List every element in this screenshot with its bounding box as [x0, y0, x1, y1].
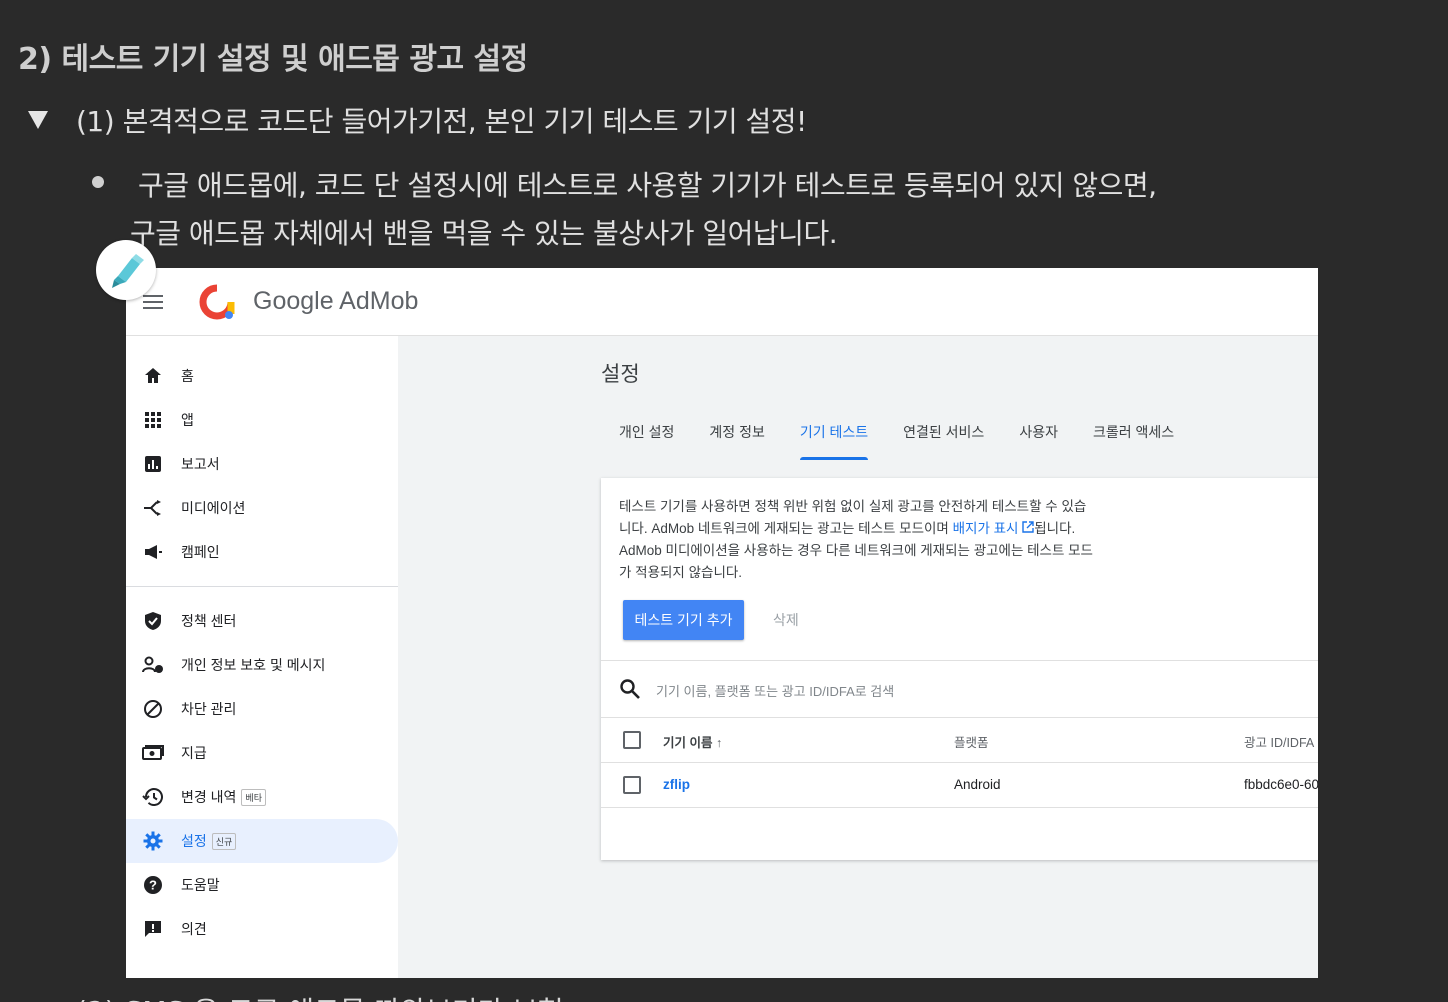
feedback-icon: [142, 918, 164, 940]
search-icon[interactable]: [619, 678, 641, 705]
nav-item-privacy[interactable]: 개인 정보 보호 및 메시지: [126, 643, 398, 687]
beta-badge: 베타: [241, 788, 266, 806]
nav-label: 미디에이션: [181, 500, 246, 516]
toggle-block[interactable]: (1) 본격적으로 코드단 들어가기전, 본인 기기 테스트 기기 설정!: [28, 100, 807, 140]
desc-line: 니다. AdMob 네트워크에 게재되는 광고는 테스트 모드이며 배지가 표시…: [619, 518, 1139, 540]
admob-topbar: Google AdMob: [126, 268, 1318, 336]
nav-label: 지급: [181, 745, 207, 761]
column-header-ad-id[interactable]: 광고 ID/IDFA: [1244, 732, 1314, 751]
shield-icon: [142, 610, 164, 632]
nav-item-policy-center[interactable]: 정책 센터: [126, 599, 398, 643]
toggle-title: (1) 본격적으로 코드단 들어가기전, 본인 기기 테스트 기기 설정!: [76, 105, 807, 138]
column-header-label: 기기 이름: [663, 736, 713, 750]
next-toggle-cut: (2) SMS 은 코로 애드몹 따와보기가 보험: [76, 990, 564, 1002]
add-test-device-button[interactable]: 테스트 기기 추가: [623, 600, 744, 640]
campaign-icon: [142, 541, 164, 563]
nav-item-reports[interactable]: 보고서: [126, 442, 398, 486]
link-text: 배지가 표시: [952, 521, 1019, 536]
test-devices-description: 테스트 기기를 사용하면 정책 위반 위험 없이 실제 광고를 안전하게 테스트…: [619, 496, 1139, 584]
open-in-new-icon: [1022, 521, 1034, 533]
desc-text: 니다. AdMob 네트워크에 게재되는 광고는 테스트 모드이며: [619, 521, 953, 536]
divider: [601, 807, 1318, 808]
highlighter-icon[interactable]: [96, 240, 156, 300]
reports-icon: [142, 453, 164, 475]
device-ad-id: fbbdc6e0-60: [1244, 777, 1318, 792]
nav-label: 앱: [181, 412, 194, 428]
nav-item-help[interactable]: ? 도움말: [126, 863, 398, 907]
nav-label: 설정: [181, 833, 207, 849]
toggle-triangle-icon[interactable]: [28, 111, 48, 129]
privacy-icon: [142, 654, 164, 676]
divider: [601, 660, 1318, 661]
desc-line: AdMob 미디에이션을 사용하는 경우 다른 네트워크에 게재되는 광고에는 …: [619, 543, 1093, 558]
nav-label: 도움말: [181, 877, 220, 893]
settings-content: 설정 개인 설정 계정 정보 기기 테스트 연결된 서비스 사용자 크롤러 액세…: [398, 336, 1318, 978]
bullet-text: 구글 애드몹에, 코드 단 설정시에 테스트로 사용할 기기가 테스트로 등록되…: [130, 162, 1330, 258]
nav-label: 정책 센터: [181, 613, 237, 629]
nav-label: 홈: [181, 368, 194, 384]
nav-item-campaigns[interactable]: 캠페인: [126, 530, 398, 574]
block-icon: [142, 698, 164, 720]
nav-label: 캠페인: [181, 544, 220, 560]
nav-item-feedback[interactable]: 의견: [126, 907, 398, 951]
delete-button[interactable]: 삭제: [773, 610, 799, 630]
tab-users[interactable]: 사용자: [1019, 422, 1058, 460]
bullet-dot-icon: [92, 176, 104, 188]
bullet-line-1: 구글 애드몹에, 코드 단 설정시에 테스트로 사용할 기기가 테스트로 등록되…: [138, 169, 1157, 202]
new-badge: 신규: [211, 832, 237, 850]
page-title: 설정: [601, 363, 640, 386]
hamburger-menu-icon[interactable]: [143, 294, 163, 309]
tab-crawler-access[interactable]: 크롤러 액세스: [1093, 422, 1174, 460]
sort-arrow-up-icon: ↑: [715, 736, 723, 750]
gear-icon: [142, 830, 164, 852]
nav-item-blocking[interactable]: 차단 관리: [126, 687, 398, 731]
badge-display-link[interactable]: 배지가 표시: [953, 521, 1035, 536]
nav-item-settings[interactable]: 설정 신규: [126, 819, 398, 863]
tab-account-info[interactable]: 계정 정보: [709, 422, 764, 460]
admob-sidebar: 홈 앱 보고서 미디에이션 캠페인 정책 센터 개인 정보 보호 및 메시지 차…: [126, 336, 398, 978]
device-platform: Android: [954, 777, 1001, 792]
column-header-device-name[interactable]: 기기 이름 ↑: [663, 732, 722, 751]
row-checkbox[interactable]: [623, 776, 641, 794]
admob-logo-icon: [197, 282, 237, 322]
nav-label: 개인 정보 보호 및 메시지: [181, 657, 326, 673]
payments-icon: [142, 742, 164, 764]
tab-personal-settings[interactable]: 개인 설정: [619, 422, 674, 460]
mediation-icon: [142, 497, 164, 519]
device-name-link[interactable]: zflip: [663, 777, 690, 792]
desc-line: 테스트 기기를 사용하면 정책 위반 위험 없이 실제 광고를 안전하게 테스트…: [619, 499, 1087, 514]
nav-label: 보고서: [181, 456, 220, 472]
desc-text: 됩니다.: [1034, 521, 1076, 536]
search-input[interactable]: 기기 이름, 플랫폼 또는 광고 ID/IDFA로 검색: [656, 681, 894, 700]
apps-grid-icon: [142, 409, 164, 431]
nav-item-home[interactable]: 홈: [126, 354, 398, 398]
section-heading: 2) 테스트 기기 설정 및 애드몹 광고 설정: [18, 42, 528, 77]
nav-label: 변경 내역: [181, 789, 237, 805]
test-devices-card: 테스트 기기를 사용하면 정책 위반 위험 없이 실제 광고를 안전하게 테스트…: [601, 478, 1318, 860]
tab-linked-services[interactable]: 연결된 서비스: [903, 422, 984, 460]
svg-text:?: ?: [149, 878, 157, 893]
nav-label: 차단 관리: [181, 701, 237, 717]
sidebar-divider: [126, 586, 398, 587]
column-header-platform[interactable]: 플랫폼: [954, 732, 989, 751]
history-icon: [142, 786, 164, 808]
divider: [601, 717, 1318, 718]
settings-tabs: 개인 설정 계정 정보 기기 테스트 연결된 서비스 사용자 크롤러 액세스: [619, 422, 1209, 460]
nav-item-payments[interactable]: 지급: [126, 731, 398, 775]
nav-item-history[interactable]: 변경 내역 베타: [126, 775, 398, 819]
select-all-checkbox[interactable]: [623, 731, 641, 749]
home-icon: [142, 365, 164, 387]
bullet-line-2: 구글 애드몹 자체에서 밴을 먹을 수 있는 불상사가 일어납니다.: [130, 217, 838, 250]
nav-item-apps[interactable]: 앱: [126, 398, 398, 442]
brand-name: Google AdMob: [253, 287, 419, 315]
nav-label: 의견: [181, 921, 207, 937]
desc-line: 가 적용되지 않습니다.: [619, 565, 743, 580]
admob-screenshot: Google AdMob 홈 앱 보고서 미디에이션 캠페인 정책 센터 개인 …: [126, 268, 1318, 978]
help-icon: ?: [142, 874, 164, 896]
tab-device-test[interactable]: 기기 테스트: [799, 422, 869, 460]
divider: [601, 762, 1318, 763]
nav-item-mediation[interactable]: 미디에이션: [126, 486, 398, 530]
